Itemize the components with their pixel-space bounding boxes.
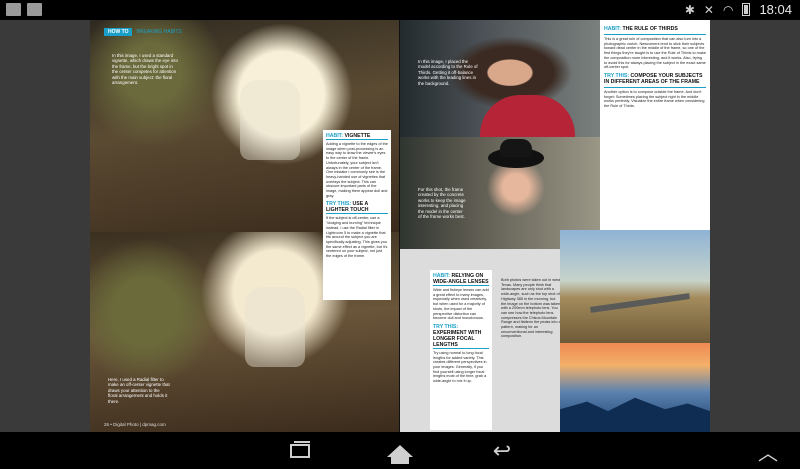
- status-bar: ✱ ✕ ◠ 18:04: [0, 0, 800, 20]
- box2-body: Wide and fisheye lenses can add a great …: [433, 288, 489, 321]
- bluetooth-icon: ✱: [684, 2, 695, 17]
- mute-icon: ✕: [703, 2, 714, 17]
- col-try-heading: TRY THIS: COMPOSE YOUR SUBJECTS IN DIFFE…: [604, 72, 703, 85]
- box2-try-heading: TRY THIS: EXPERIMENT WITH LONGER FOCAL L…: [433, 324, 489, 349]
- clock: 18:04: [759, 2, 792, 17]
- recent-apps-icon: [290, 441, 310, 458]
- chevron-up-icon: ︿: [758, 442, 778, 465]
- up-button[interactable]: ︿: [748, 438, 788, 465]
- navigation-bar: ↩ ︿: [0, 432, 800, 469]
- section-title: BREAKING HABITS: [136, 29, 182, 35]
- try-body: If the subject is off-center, use a "dod…: [326, 216, 388, 259]
- habit-rule-of-thirds-column: HABIT: THE RULE OF THIRDS This is a grea…: [600, 20, 710, 250]
- hat-crown-shape: [500, 139, 532, 157]
- photo-highway-landscape: [560, 230, 710, 343]
- battery-icon: [742, 3, 751, 16]
- landscape-caption-text: Both photos were taken out in west Texas…: [501, 278, 561, 339]
- caption-bottom: Here, I used a Radial filter to make an …: [108, 377, 170, 404]
- home-button[interactable]: [380, 438, 420, 464]
- home-icon: [387, 445, 413, 464]
- caption-top: In this image, I used a standard vignett…: [112, 53, 178, 86]
- divider: [604, 86, 706, 88]
- back-icon: ↩: [492, 438, 512, 463]
- caption-2: For this shot, the frame created by the …: [418, 187, 466, 220]
- recent-apps-button[interactable]: [280, 438, 320, 464]
- photo-mountain-sunset: [560, 343, 710, 432]
- gallery-icon: [6, 3, 21, 16]
- box2-try-body: Try using normal to long focal lengths f…: [433, 350, 487, 384]
- try-heading: TRY THIS: USE A LIGHTER TOUCH: [326, 201, 388, 215]
- road-shape: [590, 293, 690, 313]
- section-label: HOW TO: [104, 28, 133, 36]
- col-heading: HABIT: THE RULE OF THIRDS: [604, 26, 678, 32]
- back-button[interactable]: ↩: [482, 438, 522, 464]
- shirt-shape: [480, 95, 575, 137]
- right-page[interactable]: In this image, I placed the model accord…: [400, 20, 710, 432]
- left-page[interactable]: HOW TO BREAKING HABITS In this image, I …: [90, 20, 399, 432]
- mail-icon: [27, 3, 42, 16]
- caption-1: In this image, I placed the model accord…: [418, 59, 478, 86]
- section-tag: HOW TO BREAKING HABITS: [104, 28, 182, 36]
- vase-shape: [245, 287, 305, 367]
- col-body: This is a great rule of composition that…: [604, 37, 706, 70]
- status-left: [6, 3, 42, 16]
- habit-wide-angle-box: HABIT: RELYING ON WIDE-ANGLE LENSES Wide…: [430, 270, 492, 430]
- box-body: Adding a vignette to the edges of the im…: [326, 142, 388, 198]
- box-heading: HABIT: VIGNETTE: [326, 133, 388, 140]
- habit-vignette-box: HABIT: VIGNETTE Adding a vignette to the…: [323, 130, 391, 300]
- status-right: ✱ ✕ ◠ 18:04: [685, 2, 792, 17]
- col-try-body: Another option is to compose outside the…: [604, 89, 705, 109]
- box2-heading: HABIT: RELYING ON WIDE-ANGLE LENSES: [433, 273, 489, 286]
- magazine-viewer[interactable]: HOW TO BREAKING HABITS In this image, I …: [0, 20, 800, 432]
- vase-shape: [240, 80, 300, 160]
- wifi-icon: ◠: [722, 2, 734, 17]
- divider: [604, 34, 706, 35]
- page-footer: 26 • Digital Photo | dpmag.com: [104, 422, 166, 427]
- photo-portrait-rule-of-thirds: In this image, I placed the model accord…: [400, 20, 600, 137]
- mountain-shape: [560, 397, 710, 432]
